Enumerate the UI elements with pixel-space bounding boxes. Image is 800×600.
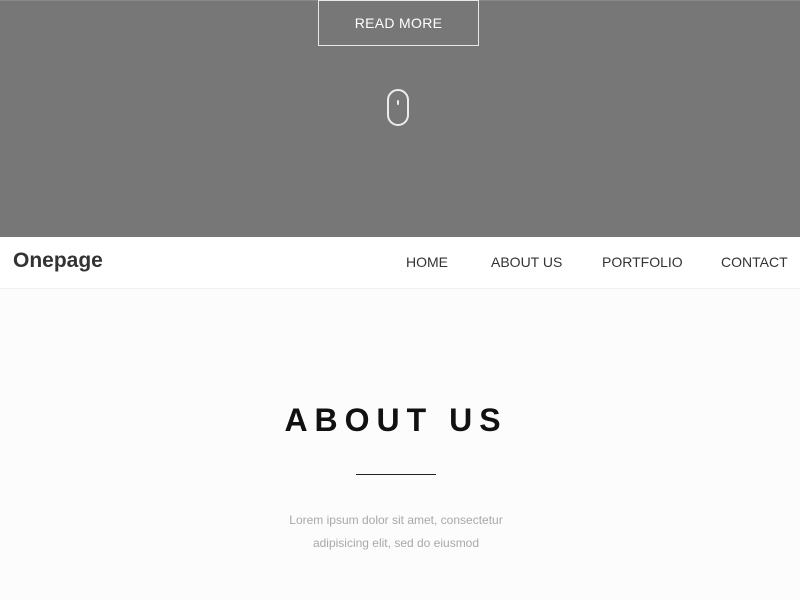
mouse-wheel-icon [397, 100, 399, 105]
read-more-button[interactable]: READ MORE [318, 0, 479, 46]
nav-item-portfolio[interactable]: PORTFOLIO [602, 254, 683, 270]
navbar: Onepage HOME ABOUT US PORTFOLIO CONTACT [0, 237, 800, 289]
mouse-scroll-icon[interactable] [387, 89, 409, 126]
brand-logo[interactable]: Onepage [13, 249, 103, 273]
about-description: Lorem ipsum dolor sit amet, consectetur … [0, 509, 792, 555]
about-section-title: ABOUT US [284, 402, 508, 438]
about-title-divider [356, 474, 436, 475]
about-description-line-1: Lorem ipsum dolor sit amet, consectetur [289, 513, 503, 527]
nav-item-contact[interactable]: CONTACT [721, 254, 788, 270]
about-description-line-2: adipisicing elit, sed do eiusmod [312, 536, 480, 550]
nav-item-about-us[interactable]: ABOUT US [491, 254, 562, 270]
nav-item-home[interactable]: HOME [406, 254, 448, 270]
hero-section: READ MORE [0, 0, 800, 237]
